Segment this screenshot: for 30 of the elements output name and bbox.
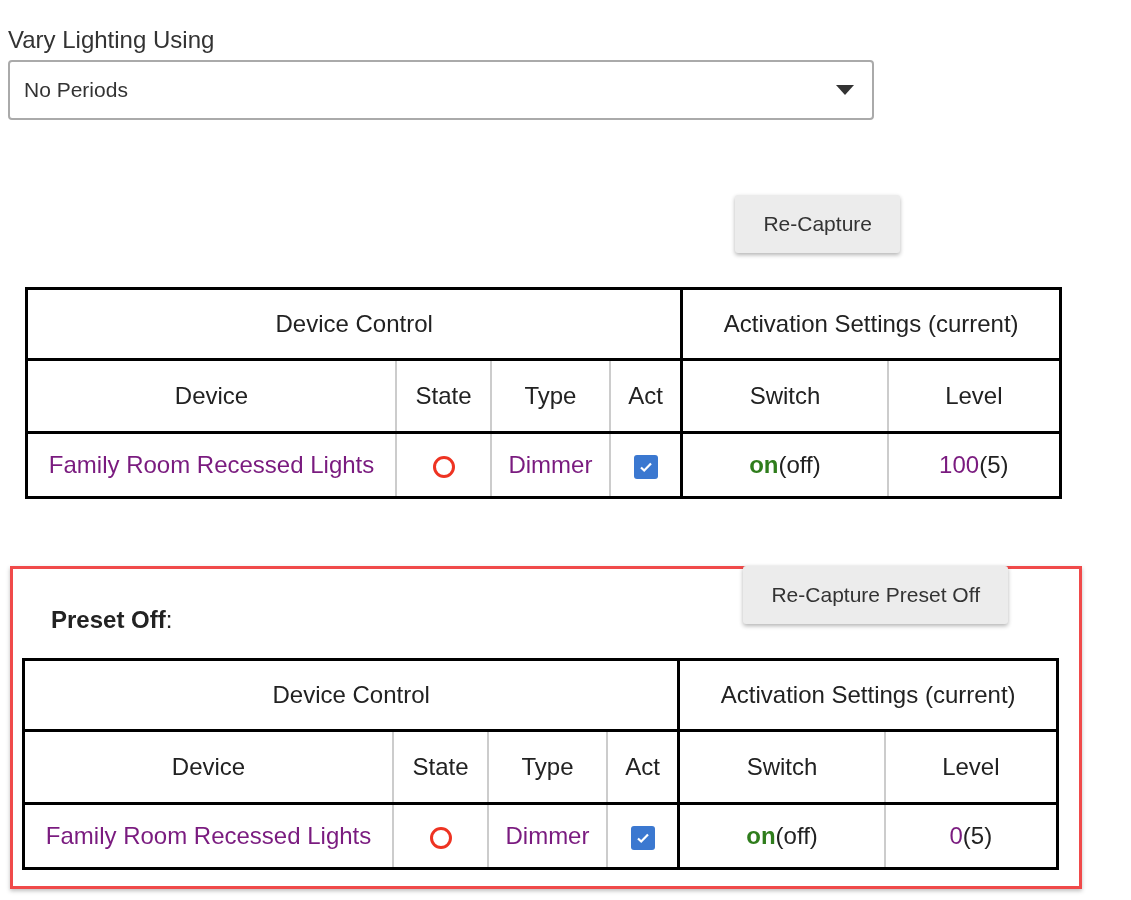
period-dropdown[interactable]: No Periods [8,60,874,120]
level-cell: 100(5) [887,432,1061,498]
column-header: Level [884,730,1058,804]
column-header: Type [491,359,610,433]
group-header: Device Control [26,288,682,360]
device-link[interactable]: Family Room Recessed Lights [26,432,397,498]
type-link[interactable]: Dimmer [488,803,607,869]
column-header: Act [609,359,682,433]
level-cell: 0(5) [884,803,1058,869]
column-header: Level [887,359,1061,433]
field-label: Vary Lighting Using [8,26,215,54]
column-header: State [396,359,491,433]
column-header: State [393,730,488,804]
section-title: Preset Off: [50,605,173,634]
recapture-button[interactable]: Re-Capture [735,195,900,253]
type-link[interactable]: Dimmer [491,432,610,498]
act-checkbox[interactable] [633,454,658,479]
switch-cell: on(off) [681,432,888,498]
recapture-button[interactable]: Re-Capture Preset Off [743,566,1008,624]
column-header: Act [606,730,679,804]
switch-cell: on(off) [678,803,885,869]
column-header: Switch [678,730,885,804]
device-link[interactable]: Family Room Recessed Lights [23,803,394,869]
dropdown-caret-icon [836,85,854,95]
column-header: Type [488,730,607,804]
group-header: Activation Settings (current) [678,659,1058,731]
act-checkbox[interactable] [630,825,655,850]
group-header: Device Control [23,659,679,731]
group-header: Activation Settings (current) [681,288,1061,360]
column-header: Switch [681,359,888,433]
